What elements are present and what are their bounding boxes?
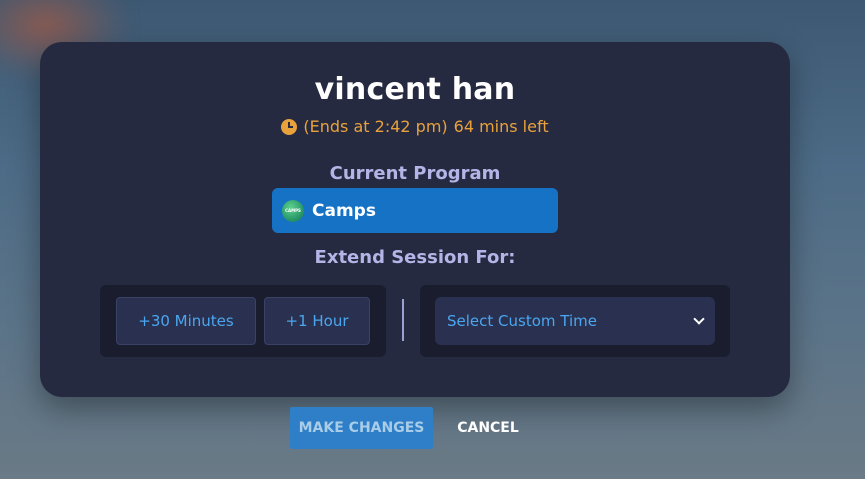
cancel-button[interactable]: CANCEL xyxy=(450,407,526,449)
current-program-label: Current Program xyxy=(329,163,501,184)
make-changes-button[interactable]: MAKE CHANGES xyxy=(290,407,433,449)
current-program-value: Camps xyxy=(312,200,376,221)
clock-icon xyxy=(281,118,298,135)
extend-30-minutes-button[interactable]: +30 Minutes xyxy=(116,297,256,345)
extend-session-modal: vincent han (Ends at 2:42 pm) 64 mins le… xyxy=(40,42,790,397)
camps-logo-text: CAMPS xyxy=(285,208,301,213)
session-end-time: (Ends at 2:42 pm) xyxy=(303,117,448,136)
custom-time-container: Select Custom Time xyxy=(420,285,730,357)
extend-session-label: Extend Session For: xyxy=(314,247,516,268)
user-name: vincent han xyxy=(314,72,516,107)
custom-time-select[interactable]: Select Custom Time xyxy=(435,297,715,345)
custom-time-placeholder: Select Custom Time xyxy=(447,312,597,330)
camps-logo-icon: CAMPS xyxy=(282,199,304,222)
session-time-info: (Ends at 2:42 pm) 64 mins left xyxy=(40,117,790,136)
current-program-selector[interactable]: CAMPS Camps xyxy=(272,188,558,233)
chevron-down-icon xyxy=(693,313,705,325)
quick-extend-options: +30 Minutes +1 Hour xyxy=(100,285,386,357)
extend-1-hour-button[interactable]: +1 Hour xyxy=(264,297,370,345)
options-divider xyxy=(402,299,404,341)
session-remaining-time: 64 mins left xyxy=(453,117,549,136)
